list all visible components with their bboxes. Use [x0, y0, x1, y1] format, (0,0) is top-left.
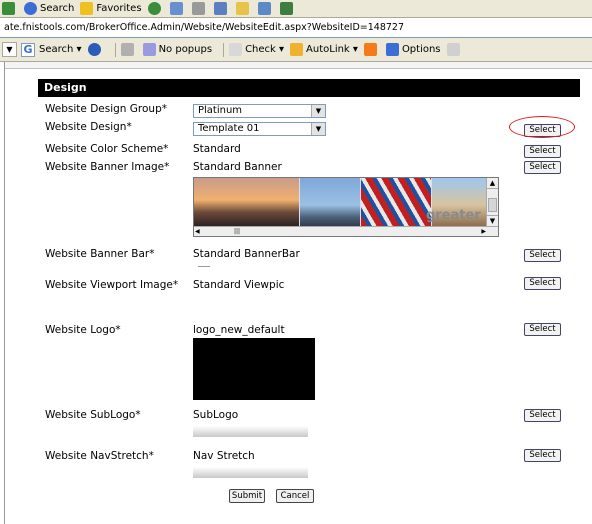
popup-blocker-button[interactable]: No popups	[142, 43, 212, 56]
scrollbar-thumb[interactable]	[488, 198, 497, 212]
viewport-image-label: Website Viewport Image*	[45, 279, 179, 291]
banner-bar-value: Standard BannerBar	[193, 248, 300, 260]
page-top-strip	[0, 62, 592, 69]
submit-button[interactable]: Submit	[229, 489, 265, 503]
select-sublogo-button[interactable]: Select	[524, 409, 561, 422]
navstretch-value: Nav Stretch	[193, 450, 255, 462]
scroll-up-icon[interactable]: ▲	[487, 178, 498, 189]
banner-rollercoaster-image	[361, 178, 431, 227]
cancel-button[interactable]: Cancel	[276, 489, 314, 503]
banner-bar-preview	[198, 266, 210, 267]
options-icon	[385, 43, 399, 56]
blogger-icon[interactable]	[363, 43, 380, 56]
address-bar[interactable]: ate.fnistools.com/BrokerOffice.Admin/Web…	[0, 18, 592, 38]
back-arrow-icon[interactable]	[2, 2, 18, 15]
scroll-left-icon[interactable]: ◀	[195, 228, 200, 235]
select-viewport-image-button[interactable]: Select	[524, 277, 561, 290]
globe-icon[interactable]	[87, 43, 104, 56]
color-scheme-label: Website Color Scheme*	[45, 143, 169, 155]
banner-horizontal-scrollbar[interactable]: ◀ ||| ▶	[194, 226, 498, 236]
left-frame-border	[0, 62, 5, 524]
edit-icon[interactable]	[213, 2, 230, 15]
banner-skyline-image	[300, 178, 360, 227]
logo-preview	[193, 338, 315, 400]
banner-city-sunset-image	[194, 178, 299, 227]
toolbar-separator	[114, 42, 116, 57]
scroll-right-icon[interactable]: ▶	[481, 228, 486, 235]
messenger-icon[interactable]	[279, 2, 296, 15]
navstretch-label: Website NavStretch*	[45, 450, 154, 462]
sublogo-value: SubLogo	[193, 409, 239, 421]
folder-icon[interactable]	[235, 2, 252, 15]
color-scheme-value: Standard	[193, 143, 241, 155]
design-select[interactable]: Template 01 ▼	[193, 122, 326, 136]
banner-image-preview[interactable]: greater s ▲ ▼ ◀ ||| ▶	[193, 177, 499, 237]
google-search-button[interactable]: Search ▾	[39, 44, 82, 55]
google-logo-icon[interactable]: G	[21, 42, 35, 57]
banner-vertical-scrollbar[interactable]: ▲ ▼	[486, 178, 498, 226]
scrollbar-thumb[interactable]: |||	[234, 228, 240, 235]
design-form: Design Website Design Group* Platinum ▼ …	[38, 79, 580, 478]
select-banner-bar-button[interactable]: Select	[524, 249, 561, 262]
select-banner-image-button[interactable]: Select	[524, 161, 561, 174]
banner-image-value: Standard Banner	[193, 161, 282, 173]
scroll-down-icon[interactable]: ▼	[487, 215, 498, 226]
navstretch-preview	[193, 467, 308, 478]
mail-icon[interactable]	[169, 2, 186, 15]
banner-overlay-text: greater s	[426, 208, 494, 223]
banner-bar-label: Website Banner Bar*	[45, 248, 155, 260]
design-label: Website Design*	[45, 121, 132, 133]
options-button[interactable]: Options	[385, 43, 441, 56]
favorites-toolbar-button[interactable]: Favorites	[80, 2, 142, 15]
star-icon	[80, 2, 94, 15]
select-navstretch-button[interactable]: Select	[524, 449, 561, 462]
chevron-down-icon[interactable]: ▼	[2, 42, 17, 57]
select-logo-button[interactable]: Select	[524, 323, 561, 336]
viewport-image-value: Standard Viewpic	[193, 279, 285, 291]
chevron-down-icon[interactable]: ▼	[311, 123, 325, 135]
address-url[interactable]: ate.fnistools.com/BrokerOffice.Admin/Web…	[4, 22, 404, 33]
logo-label: Website Logo*	[45, 324, 121, 336]
highlight-circle	[509, 116, 575, 138]
design-group-label: Website Design Group*	[45, 103, 168, 115]
toolbar-separator	[223, 42, 225, 57]
banner-image-label: Website Banner Image*	[45, 161, 170, 173]
highlighter-icon[interactable]	[446, 43, 463, 56]
ie-command-bar: Search Favorites	[0, 0, 592, 18]
pagerank-icon[interactable]	[120, 43, 137, 56]
chevron-down-icon[interactable]: ▼	[311, 105, 325, 117]
google-toolbar: ▼ G Search ▾ No popups Check ▾ AutoLink …	[0, 38, 592, 62]
select-color-scheme-button[interactable]: Select	[524, 145, 561, 158]
popup-blocker-icon	[142, 43, 156, 56]
spellcheck-icon	[229, 43, 243, 56]
section-title: Design	[38, 79, 580, 97]
design-group-select[interactable]: Platinum ▼	[193, 104, 326, 118]
print-icon[interactable]	[191, 2, 208, 15]
search-icon	[24, 2, 37, 15]
history-icon[interactable]	[147, 2, 164, 15]
logo-value: logo_new_default	[193, 324, 285, 336]
search-toolbar-button[interactable]: Search	[24, 2, 74, 15]
sublogo-preview	[193, 426, 308, 437]
sublogo-label: Website SubLogo*	[45, 409, 141, 421]
autolink-button[interactable]: AutoLink ▾	[290, 43, 358, 56]
spellcheck-button[interactable]: Check ▾	[229, 43, 284, 56]
research-icon[interactable]	[257, 2, 274, 15]
autolink-icon	[290, 43, 304, 56]
